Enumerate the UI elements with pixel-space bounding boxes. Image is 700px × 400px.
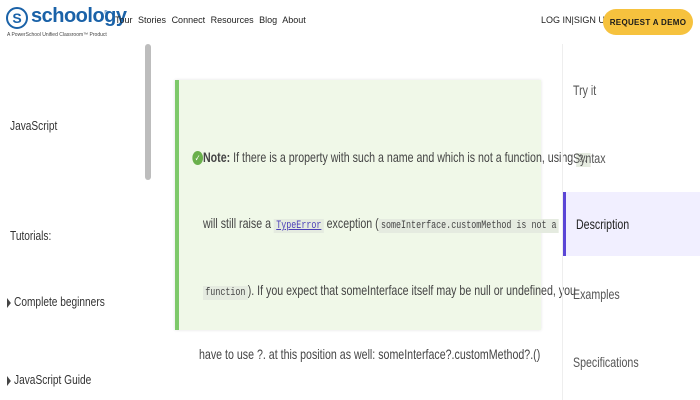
nav-blog[interactable]: Blog xyxy=(259,15,277,25)
note-text-2: will still raise a xyxy=(203,215,271,231)
note-line-3: function). If you expect that someInterf… xyxy=(203,282,576,300)
toc-item-specifications[interactable]: Specifications xyxy=(563,330,700,394)
page-toc: Try it Syntax Description Examples Speci… xyxy=(562,44,700,400)
toc-label: Try it xyxy=(573,82,597,98)
toc-item-description[interactable]: Description xyxy=(563,192,700,256)
tutorials-label: Tutorials: xyxy=(10,228,52,243)
toc-label: Syntax xyxy=(573,150,606,166)
login-link[interactable]: LOG IN xyxy=(541,15,572,25)
schoology-logo[interactable]: S schoology ® A PowerSchool Unified Clas… xyxy=(6,5,127,39)
request-demo-button[interactable]: REQUEST A DEMO xyxy=(603,9,693,35)
error-message-code: someInterface.customMethod is not a xyxy=(378,219,559,233)
sidebar-section-javascript[interactable]: JavaScript xyxy=(10,118,57,133)
logo-wordmark: schoology xyxy=(31,5,127,27)
toc-item-syntax[interactable]: Syntax xyxy=(563,126,700,190)
caret-right-icon xyxy=(7,375,11,386)
note-line-2: will still raise a TypeError exception (… xyxy=(203,215,559,233)
toc-item-examples[interactable]: Examples xyxy=(563,262,700,326)
typeerror-link[interactable]: TypeError xyxy=(273,219,324,233)
sidebar-item-javascript-guide[interactable]: JavaScript Guide xyxy=(7,372,91,387)
caret-right-icon xyxy=(7,297,11,308)
note-line-4: have to use ?. at this position as well:… xyxy=(199,346,541,362)
check-circle-icon: ✓ xyxy=(192,151,203,165)
note-text-1: If there is a property with such a name … xyxy=(233,149,574,165)
note-text-2b: exception ( xyxy=(326,215,379,231)
function-code: function xyxy=(203,286,248,300)
auth-links: LOG IN|SIGN UP xyxy=(541,15,611,25)
toc-label: Specifications xyxy=(573,354,639,370)
main-nav: Tour Stories Connect Resources Blog Abou… xyxy=(115,15,309,25)
nav-about[interactable]: About xyxy=(282,15,306,25)
toc-item-try-it[interactable]: Try it xyxy=(563,58,700,122)
site-header: S schoology ® A PowerSchool Unified Clas… xyxy=(0,0,700,44)
nav-tour[interactable]: Tour xyxy=(115,15,133,25)
note-line-1: ✓ Note: If there is a property with such… xyxy=(192,149,591,167)
left-scrollbar[interactable] xyxy=(145,44,151,180)
note-text-3: ). If you expect that someInterface itse… xyxy=(247,282,576,298)
nav-stories[interactable]: Stories xyxy=(138,15,166,25)
toc-label: Examples xyxy=(573,286,620,302)
nav-resources[interactable]: Resources xyxy=(211,15,254,25)
sidebar-item-label: JavaScript Guide xyxy=(14,372,92,387)
nav-connect[interactable]: Connect xyxy=(172,15,206,25)
note-label: Note: xyxy=(203,149,231,165)
sidebar-item-complete-beginners[interactable]: Complete beginners xyxy=(7,294,105,309)
sidebar-item-label: Complete beginners xyxy=(14,294,105,309)
note-callout: ✓ Note: If there is a property with such… xyxy=(175,80,591,330)
logo-mark-icon: S xyxy=(6,7,28,29)
toc-label: Description xyxy=(576,216,630,232)
logo-trademark: ® xyxy=(104,10,108,16)
logo-tagline: A PowerSchool Unified Classroom™ Product xyxy=(7,32,107,38)
